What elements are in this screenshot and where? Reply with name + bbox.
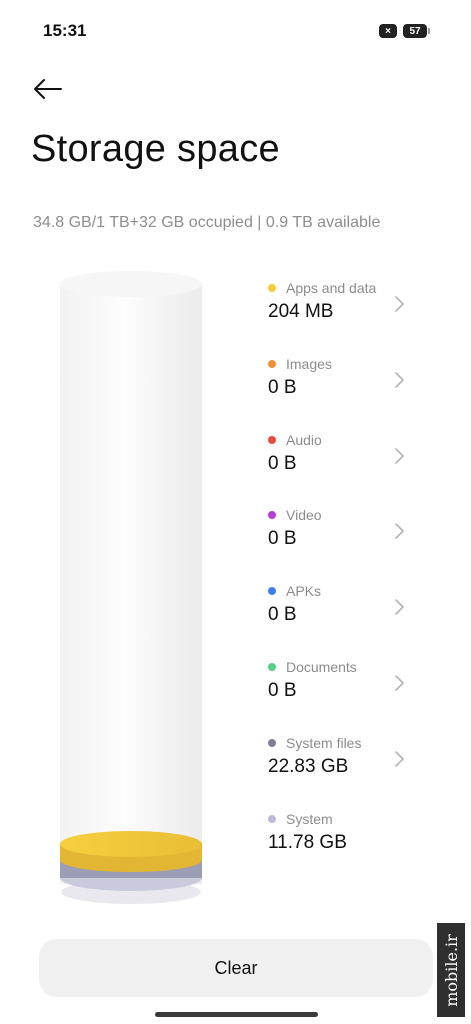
category-label: APKs [286, 583, 322, 600]
watermark-logo: mobile.ir [437, 923, 465, 1017]
page-title: Storage space [31, 128, 280, 170]
category-label: System [286, 810, 333, 827]
storage-summary: 34.8 GB/1 TB+32 GB occupied | 0.9 TB ava… [33, 214, 381, 231]
category-audio[interactable]: Audio 0 B [266, 432, 416, 508]
status-time: 15:31 [43, 21, 87, 40]
system-color-dot [268, 814, 276, 823]
category-apks[interactable]: APKs 0 B [266, 583, 416, 659]
status-icons: × 57 [379, 24, 430, 38]
category-label: Images [286, 355, 332, 372]
apks-color-dot [268, 587, 276, 596]
category-documents[interactable]: Documents 0 B [266, 659, 416, 735]
category-label: Apps and data [286, 280, 377, 296]
category-images[interactable]: Images 0 B [266, 356, 416, 432]
chevron-right-icon [395, 675, 404, 691]
category-value: 11.78 GB [268, 831, 347, 853]
chevron-right-icon [395, 296, 404, 312]
notification-badge-icon: × [379, 24, 397, 38]
documents-color-dot [268, 662, 276, 671]
category-label: Video [286, 507, 322, 524]
arrow-left-icon [34, 79, 62, 99]
category-video[interactable]: Video 0 B [266, 507, 416, 583]
category-system: System 11.78 GB [266, 811, 416, 887]
category-system-files[interactable]: System files 22.83 GB [266, 735, 416, 811]
system-files-color-dot [268, 738, 276, 747]
clear-button[interactable]: Clear [39, 939, 433, 997]
images-color-dot [268, 359, 276, 368]
category-label: System files [286, 734, 362, 751]
chevron-right-icon [395, 599, 404, 615]
chevron-right-icon [395, 371, 404, 388]
battery-icon: 57 [403, 24, 430, 38]
chevron-right-icon [395, 447, 404, 464]
back-button[interactable] [30, 74, 66, 104]
chevron-right-icon [395, 523, 404, 540]
home-indicator[interactable] [155, 1012, 318, 1017]
category-label: Documents [286, 658, 357, 675]
apps-color-dot [268, 284, 276, 292]
status-bar: 15:31 × 57 [0, 0, 471, 64]
category-apps-and-data[interactable]: Apps and data 204 MB [266, 280, 416, 356]
category-label: Audio [286, 431, 322, 448]
chevron-right-icon [395, 750, 404, 767]
category-list: Apps and data 204 MB Images 0 B Audio 0 … [266, 280, 416, 886]
storage-cylinder-graphic [60, 271, 202, 904]
video-color-dot [268, 511, 276, 520]
audio-color-dot [268, 435, 276, 444]
